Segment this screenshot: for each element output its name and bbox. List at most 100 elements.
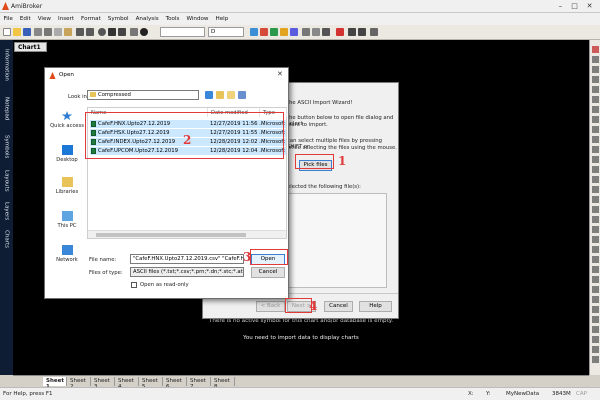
maximize-icon[interactable]: □ <box>569 1 580 11</box>
save-icon[interactable] <box>23 28 31 36</box>
menu-help[interactable]: Help <box>212 13 232 25</box>
overlay-icon[interactable] <box>290 28 298 36</box>
draw-line-icon[interactable] <box>358 28 366 36</box>
tab-layouts[interactable]: Layouts <box>1 166 12 196</box>
layout-icon[interactable] <box>322 28 330 36</box>
eraser-icon[interactable] <box>592 196 599 203</box>
minimize-icon[interactable]: – <box>555 1 566 11</box>
ellipse-icon[interactable] <box>592 136 599 143</box>
marker-icon[interactable] <box>592 346 599 353</box>
place-network[interactable]: Network <box>48 245 86 263</box>
copy-icon[interactable] <box>54 28 62 36</box>
lock-icon[interactable] <box>592 266 599 273</box>
channel-icon[interactable] <box>592 106 599 113</box>
read-only-checkbox[interactable] <box>131 282 137 288</box>
periodicity-select[interactable]: D <box>208 27 244 37</box>
menu-view[interactable]: View <box>34 13 54 25</box>
sheet-tab[interactable]: Sheet 3 <box>91 377 115 390</box>
arc-icon[interactable] <box>592 146 599 153</box>
paste-icon[interactable] <box>64 28 72 36</box>
back-button[interactable]: < Back <box>256 301 285 312</box>
stop-icon[interactable] <box>118 28 126 36</box>
pencil-icon[interactable] <box>592 186 599 193</box>
crosshair-icon[interactable] <box>592 56 599 63</box>
arrow-icon[interactable] <box>592 166 599 173</box>
redo-icon[interactable] <box>86 28 94 36</box>
cut-icon[interactable] <box>44 28 52 36</box>
undo-icon[interactable] <box>76 28 84 36</box>
play-icon[interactable] <box>108 28 116 36</box>
print-icon[interactable] <box>34 28 42 36</box>
chart-tab[interactable]: Chart1 <box>14 42 47 52</box>
menu-insert[interactable]: Insert <box>55 13 78 25</box>
color-icon[interactable] <box>336 28 344 36</box>
sheet-tab[interactable]: Sheet 1 <box>43 377 67 390</box>
fibonacci-icon[interactable] <box>592 116 599 123</box>
info-icon[interactable] <box>140 28 148 36</box>
ray-icon[interactable] <box>592 76 599 83</box>
place-desktop[interactable]: Desktop <box>48 145 86 163</box>
line-icon[interactable] <box>270 28 278 36</box>
cursor-icon[interactable] <box>592 46 599 53</box>
sheet-tab[interactable]: Sheet 6 <box>163 377 187 390</box>
place-quick-access[interactable]: Quick access <box>48 111 86 129</box>
sheet-tab[interactable]: Sheet 7 <box>187 377 211 390</box>
zoom-icon[interactable] <box>98 28 106 36</box>
layers-icon[interactable] <box>592 306 599 313</box>
open-cancel-button[interactable]: Cancel <box>251 267 285 278</box>
refresh-icon[interactable] <box>312 28 320 36</box>
new-icon[interactable] <box>3 28 11 36</box>
tab-notepad[interactable]: Notepad <box>1 92 12 126</box>
vertical-line-icon[interactable] <box>592 96 599 103</box>
menu-file[interactable]: File <box>0 13 16 25</box>
menu-format[interactable]: Format <box>78 13 105 25</box>
back-arrow-icon[interactable] <box>205 91 213 99</box>
scrollbar-thumb[interactable] <box>96 233 246 237</box>
close-icon[interactable]: ✕ <box>584 1 595 11</box>
pencil-icon[interactable] <box>348 28 356 36</box>
wizard-cancel-button[interactable]: Cancel <box>324 301 353 312</box>
look-in-select[interactable]: Compressed <box>87 90 199 100</box>
magnet-icon[interactable] <box>592 256 599 263</box>
place-this-pc[interactable]: This PC <box>48 211 86 229</box>
menu-analysis[interactable]: Analysis <box>132 13 162 25</box>
tab-layers[interactable]: Layers <box>1 198 12 224</box>
indicator-icon[interactable] <box>280 28 288 36</box>
sync-icon[interactable] <box>592 326 599 333</box>
delete-icon[interactable] <box>592 286 599 293</box>
settings-icon[interactable] <box>592 336 599 343</box>
candle-icon[interactable] <box>260 28 268 36</box>
zoom-icon[interactable] <box>592 176 599 183</box>
tab-charts[interactable]: Charts <box>1 226 12 252</box>
close-icon[interactable]: ✕ <box>277 70 283 78</box>
hide-icon[interactable] <box>592 276 599 283</box>
triangle-icon[interactable] <box>592 356 599 363</box>
horizontal-scrollbar[interactable] <box>88 230 286 238</box>
chart-bar-icon[interactable] <box>250 28 258 36</box>
horizontal-line-icon[interactable] <box>592 86 599 93</box>
sheet-tab[interactable]: Sheet 2 <box>67 377 91 390</box>
open-folder-icon[interactable] <box>13 28 21 36</box>
view-menu-icon[interactable] <box>238 91 246 99</box>
sheet-tab[interactable]: Sheet 8 <box>211 377 235 390</box>
line-icon[interactable] <box>592 66 599 73</box>
file-type-select[interactable]: ASCII files (*.txt;*.csv;*.prn;*.dn;*.st… <box>130 267 244 277</box>
interval-select[interactable] <box>160 27 205 37</box>
menu-tools[interactable]: Tools <box>162 13 183 25</box>
wizard-help-button[interactable]: Help <box>359 301 392 312</box>
new-folder-icon[interactable] <box>227 91 235 99</box>
sheet-tab[interactable]: Sheet 4 <box>115 377 139 390</box>
pitchfork-icon[interactable] <box>592 226 599 233</box>
up-folder-icon[interactable] <box>216 91 224 99</box>
menu-edit[interactable]: Edit <box>16 13 34 25</box>
tab-information[interactable]: Information <box>1 44 12 86</box>
rectangle-icon[interactable] <box>592 126 599 133</box>
properties-icon[interactable] <box>592 296 599 303</box>
sort-icon[interactable] <box>302 28 310 36</box>
menu-symbol[interactable]: Symbol <box>104 13 132 25</box>
grid-icon[interactable] <box>130 28 138 36</box>
place-libraries[interactable]: Libraries <box>48 177 86 195</box>
cycle-icon[interactable] <box>592 206 599 213</box>
draw-tool-icon[interactable] <box>370 28 378 36</box>
tab-symbols[interactable]: Symbols <box>1 130 12 164</box>
